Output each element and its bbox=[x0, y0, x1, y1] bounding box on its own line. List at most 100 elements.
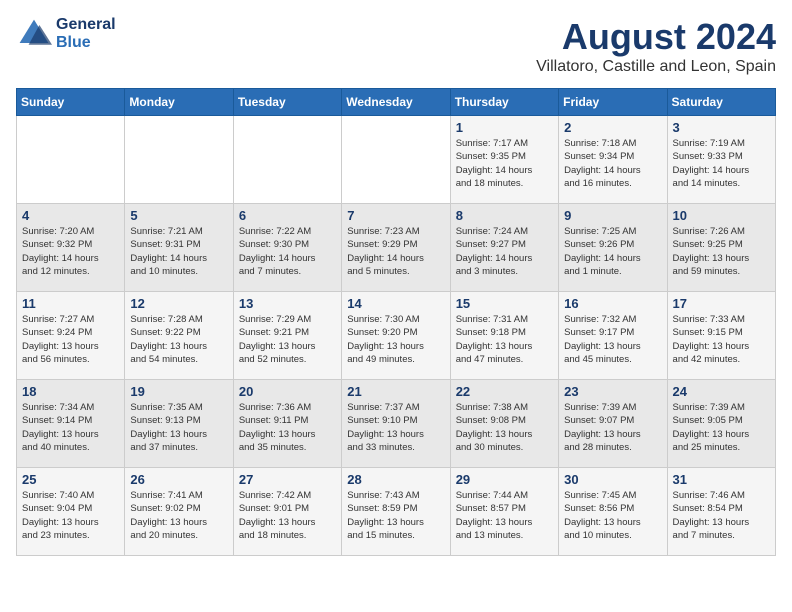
day-number: 11 bbox=[22, 296, 119, 311]
calendar-header: Sunday Monday Tuesday Wednesday Thursday… bbox=[17, 89, 776, 116]
cell-content: Sunrise: 7:40 AM Sunset: 9:04 PM Dayligh… bbox=[22, 489, 119, 542]
day-number: 23 bbox=[564, 384, 661, 399]
cell-content: Sunrise: 7:24 AM Sunset: 9:27 PM Dayligh… bbox=[456, 225, 553, 278]
page-header: General Blue August 2024 Villatoro, Cast… bbox=[16, 16, 776, 76]
calendar-cell: 20 Sunrise: 7:36 AM Sunset: 9:11 PM Dayli… bbox=[233, 380, 341, 468]
day-number: 4 bbox=[22, 208, 119, 223]
calendar-cell: 31 Sunrise: 7:46 AM Sunset: 8:54 PM Dayli… bbox=[667, 468, 775, 556]
calendar-cell: 1 Sunrise: 7:17 AM Sunset: 9:35 PM Daylig… bbox=[450, 116, 558, 204]
cell-content: Sunrise: 7:37 AM Sunset: 9:10 PM Dayligh… bbox=[347, 401, 444, 454]
calendar-cell: 17 Sunrise: 7:33 AM Sunset: 9:15 PM Dayli… bbox=[667, 292, 775, 380]
cell-content: Sunrise: 7:46 AM Sunset: 8:54 PM Dayligh… bbox=[673, 489, 770, 542]
day-number: 24 bbox=[673, 384, 770, 399]
cell-content: Sunrise: 7:27 AM Sunset: 9:24 PM Dayligh… bbox=[22, 313, 119, 366]
day-number: 31 bbox=[673, 472, 770, 487]
calendar-week-3: 18 Sunrise: 7:34 AM Sunset: 9:14 PM Dayli… bbox=[17, 380, 776, 468]
cell-content: Sunrise: 7:38 AM Sunset: 9:08 PM Dayligh… bbox=[456, 401, 553, 454]
day-number: 26 bbox=[130, 472, 227, 487]
cell-content: Sunrise: 7:36 AM Sunset: 9:11 PM Dayligh… bbox=[239, 401, 336, 454]
day-number: 22 bbox=[456, 384, 553, 399]
col-wednesday: Wednesday bbox=[342, 89, 450, 116]
cell-content: Sunrise: 7:30 AM Sunset: 9:20 PM Dayligh… bbox=[347, 313, 444, 366]
location: Villatoro, Castille and Leon, Spain bbox=[536, 58, 776, 76]
calendar-cell: 24 Sunrise: 7:39 AM Sunset: 9:05 PM Dayli… bbox=[667, 380, 775, 468]
day-number: 29 bbox=[456, 472, 553, 487]
day-number: 16 bbox=[564, 296, 661, 311]
day-number: 21 bbox=[347, 384, 444, 399]
day-number: 8 bbox=[456, 208, 553, 223]
logo-icon bbox=[16, 16, 52, 52]
calendar-cell: 9 Sunrise: 7:25 AM Sunset: 9:26 PM Daylig… bbox=[559, 204, 667, 292]
calendar-cell: 15 Sunrise: 7:31 AM Sunset: 9:18 PM Dayli… bbox=[450, 292, 558, 380]
calendar-cell: 28 Sunrise: 7:43 AM Sunset: 8:59 PM Dayli… bbox=[342, 468, 450, 556]
cell-content: Sunrise: 7:34 AM Sunset: 9:14 PM Dayligh… bbox=[22, 401, 119, 454]
day-number: 19 bbox=[130, 384, 227, 399]
calendar-cell: 11 Sunrise: 7:27 AM Sunset: 9:24 PM Dayli… bbox=[17, 292, 125, 380]
calendar-cell: 27 Sunrise: 7:42 AM Sunset: 9:01 PM Dayli… bbox=[233, 468, 341, 556]
col-tuesday: Tuesday bbox=[233, 89, 341, 116]
cell-content: Sunrise: 7:28 AM Sunset: 9:22 PM Dayligh… bbox=[130, 313, 227, 366]
calendar-cell: 21 Sunrise: 7:37 AM Sunset: 9:10 PM Dayli… bbox=[342, 380, 450, 468]
cell-content: Sunrise: 7:17 AM Sunset: 9:35 PM Dayligh… bbox=[456, 137, 553, 190]
cell-content: Sunrise: 7:33 AM Sunset: 9:15 PM Dayligh… bbox=[673, 313, 770, 366]
day-number: 18 bbox=[22, 384, 119, 399]
cell-content: Sunrise: 7:26 AM Sunset: 9:25 PM Dayligh… bbox=[673, 225, 770, 278]
cell-content: Sunrise: 7:45 AM Sunset: 8:56 PM Dayligh… bbox=[564, 489, 661, 542]
day-number: 27 bbox=[239, 472, 336, 487]
day-number: 12 bbox=[130, 296, 227, 311]
cell-content: Sunrise: 7:18 AM Sunset: 9:34 PM Dayligh… bbox=[564, 137, 661, 190]
cell-content: Sunrise: 7:25 AM Sunset: 9:26 PM Dayligh… bbox=[564, 225, 661, 278]
day-number: 13 bbox=[239, 296, 336, 311]
cell-content: Sunrise: 7:35 AM Sunset: 9:13 PM Dayligh… bbox=[130, 401, 227, 454]
month-year: August 2024 bbox=[536, 16, 776, 58]
logo-text: General Blue bbox=[56, 16, 116, 52]
cell-content: Sunrise: 7:19 AM Sunset: 9:33 PM Dayligh… bbox=[673, 137, 770, 190]
cell-content: Sunrise: 7:39 AM Sunset: 9:05 PM Dayligh… bbox=[673, 401, 770, 454]
calendar-cell: 22 Sunrise: 7:38 AM Sunset: 9:08 PM Dayli… bbox=[450, 380, 558, 468]
calendar-cell: 23Sunrise: 7:39 AM Sunset: 9:07 PM Dayli… bbox=[559, 380, 667, 468]
day-number: 3 bbox=[673, 120, 770, 135]
calendar-cell: 25Sunrise: 7:40 AM Sunset: 9:04 PM Dayli… bbox=[17, 468, 125, 556]
calendar-cell: 13Sunrise: 7:29 AM Sunset: 9:21 PM Dayli… bbox=[233, 292, 341, 380]
day-number: 9 bbox=[564, 208, 661, 223]
cell-content: Sunrise: 7:43 AM Sunset: 8:59 PM Dayligh… bbox=[347, 489, 444, 542]
calendar-cell: 4 Sunrise: 7:20 AM Sunset: 9:32 PM Daylig… bbox=[17, 204, 125, 292]
day-number: 17 bbox=[673, 296, 770, 311]
calendar-cell: 14 Sunrise: 7:30 AM Sunset: 9:20 PM Dayli… bbox=[342, 292, 450, 380]
calendar-cell bbox=[233, 116, 341, 204]
day-number: 5 bbox=[130, 208, 227, 223]
calendar-cell: 29 Sunrise: 7:44 AM Sunset: 8:57 PM Dayli… bbox=[450, 468, 558, 556]
calendar-cell bbox=[125, 116, 233, 204]
calendar-cell: 2 Sunrise: 7:18 AM Sunset: 9:34 PM Daylig… bbox=[559, 116, 667, 204]
calendar-cell: 7Sunrise: 7:23 AM Sunset: 9:29 PM Daylig… bbox=[342, 204, 450, 292]
day-number: 20 bbox=[239, 384, 336, 399]
calendar-cell: 18 Sunrise: 7:34 AM Sunset: 9:14 PM Dayli… bbox=[17, 380, 125, 468]
day-number: 14 bbox=[347, 296, 444, 311]
cell-content: Sunrise: 7:44 AM Sunset: 8:57 PM Dayligh… bbox=[456, 489, 553, 542]
col-thursday: Thursday bbox=[450, 89, 558, 116]
day-number: 1 bbox=[456, 120, 553, 135]
day-number: 15 bbox=[456, 296, 553, 311]
weekday-row: Sunday Monday Tuesday Wednesday Thursday… bbox=[17, 89, 776, 116]
day-number: 6 bbox=[239, 208, 336, 223]
col-saturday: Saturday bbox=[667, 89, 775, 116]
cell-content: Sunrise: 7:42 AM Sunset: 9:01 PM Dayligh… bbox=[239, 489, 336, 542]
calendar-body: 1 Sunrise: 7:17 AM Sunset: 9:35 PM Daylig… bbox=[17, 116, 776, 556]
day-number: 7 bbox=[347, 208, 444, 223]
day-number: 2 bbox=[564, 120, 661, 135]
calendar-table: Sunday Monday Tuesday Wednesday Thursday… bbox=[16, 88, 776, 556]
calendar-cell: 6Sunrise: 7:22 AM Sunset: 9:30 PM Daylig… bbox=[233, 204, 341, 292]
logo: General Blue bbox=[16, 16, 116, 52]
calendar-cell bbox=[17, 116, 125, 204]
cell-content: Sunrise: 7:20 AM Sunset: 9:32 PM Dayligh… bbox=[22, 225, 119, 278]
calendar-cell: 8 Sunrise: 7:24 AM Sunset: 9:27 PM Daylig… bbox=[450, 204, 558, 292]
calendar-cell: 10Sunrise: 7:26 AM Sunset: 9:25 PM Dayli… bbox=[667, 204, 775, 292]
col-sunday: Sunday bbox=[17, 89, 125, 116]
calendar-cell: 19 Sunrise: 7:35 AM Sunset: 9:13 PM Dayli… bbox=[125, 380, 233, 468]
cell-content: Sunrise: 7:31 AM Sunset: 9:18 PM Dayligh… bbox=[456, 313, 553, 366]
calendar-week-4: 25Sunrise: 7:40 AM Sunset: 9:04 PM Dayli… bbox=[17, 468, 776, 556]
calendar-week-0: 1 Sunrise: 7:17 AM Sunset: 9:35 PM Daylig… bbox=[17, 116, 776, 204]
day-number: 28 bbox=[347, 472, 444, 487]
col-friday: Friday bbox=[559, 89, 667, 116]
calendar-week-1: 4 Sunrise: 7:20 AM Sunset: 9:32 PM Daylig… bbox=[17, 204, 776, 292]
